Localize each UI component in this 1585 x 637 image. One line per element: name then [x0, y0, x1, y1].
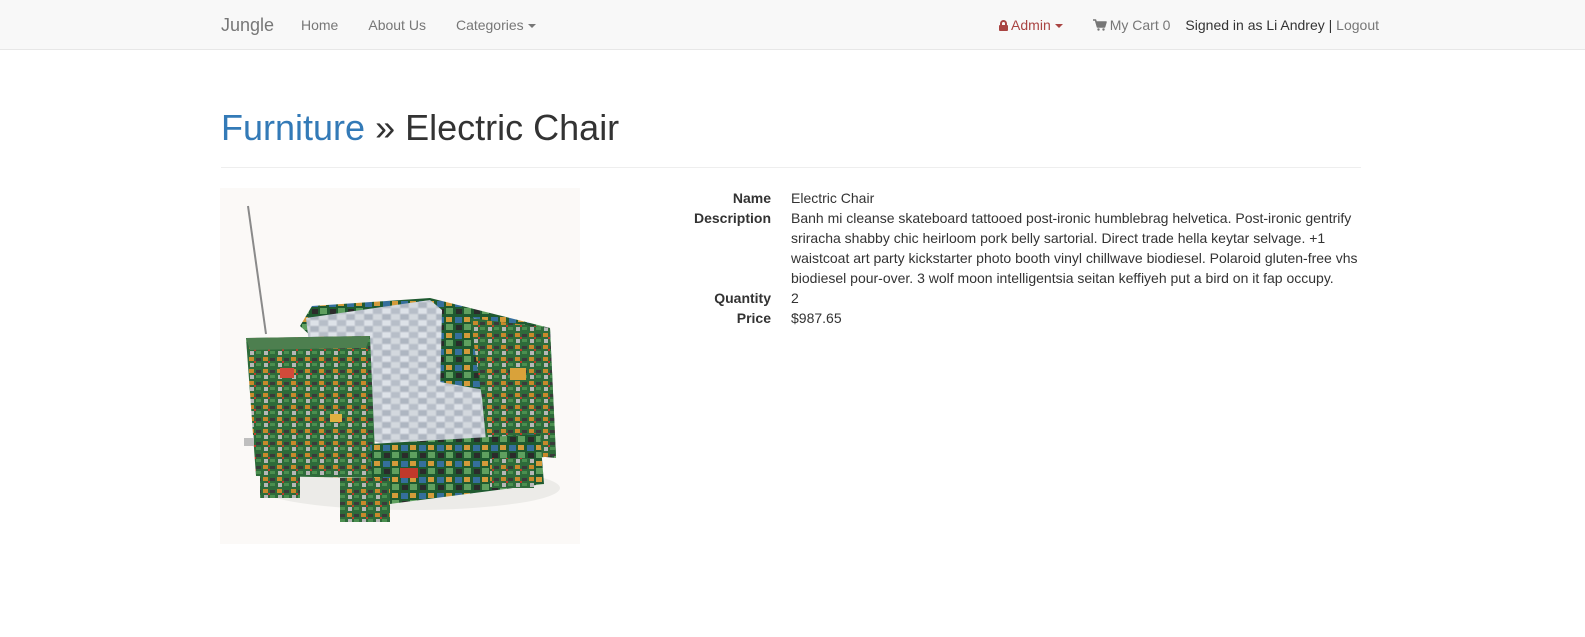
breadcrumb-category-link[interactable]: Furniture [221, 107, 365, 148]
caret-down-icon [527, 24, 536, 29]
page-header: Furniture » Electric Chair [221, 100, 1361, 168]
description-label: Description [693, 210, 771, 226]
user-name: Li Andrey [1266, 17, 1325, 33]
product-description: Banh mi cleanse skateboard tattooed post… [791, 210, 1358, 286]
nav-categories-dropdown[interactable]: Categories [441, 0, 551, 50]
detail-row-name: Name Electric Chair [660, 188, 1360, 208]
caret-down-icon [1054, 24, 1063, 29]
nav-separator: | [1328, 17, 1333, 33]
navbar-container: Jungle Home About Us Categories Admin My… [206, 0, 1379, 50]
lock-icon [999, 20, 1009, 31]
shopping-cart-icon [1092, 19, 1107, 31]
quantity-label: Quantity [714, 290, 771, 306]
breadcrumb-separator: » [375, 107, 396, 148]
cart-label: My Cart [1109, 17, 1159, 33]
cart-count: 0 [1162, 17, 1171, 33]
detail-row-quantity: Quantity 2 [660, 288, 1360, 308]
product-price: $987.65 [791, 310, 842, 326]
detail-row-description: Description Banh mi cleanse skateboard t… [660, 208, 1360, 288]
product-quantity: 2 [791, 290, 799, 306]
name-label: Name [732, 190, 771, 206]
nav-right-menu: Admin My Cart 0 Signed in as Li Andrey |… [984, 0, 1379, 50]
logout-link[interactable]: Logout [1336, 17, 1379, 33]
circuit-chair-illustration [244, 205, 560, 522]
product-image [220, 188, 580, 544]
admin-dropdown[interactable]: Admin [984, 0, 1078, 50]
signed-in-prefix: Signed in as [1185, 17, 1263, 33]
my-cart-link[interactable]: My Cart 0 [1078, 0, 1186, 50]
top-navbar: Jungle Home About Us Categories Admin My… [0, 0, 1585, 50]
admin-label: Admin [1011, 17, 1051, 33]
product-details: Name Electric Chair Description Banh mi … [660, 188, 1360, 328]
breadcrumb-product: Electric Chair [405, 107, 620, 148]
product-name: Electric Chair [791, 190, 875, 206]
detail-row-price: Price $987.65 [660, 308, 1360, 328]
price-label: Price [736, 310, 771, 326]
nav-about-link[interactable]: About Us [353, 0, 441, 50]
brand-link[interactable]: Jungle [221, 0, 274, 50]
page-title: Furniture » Electric Chair [221, 100, 1361, 156]
nav-left-menu: Home About Us Categories [286, 0, 551, 50]
categories-label: Categories [455, 17, 524, 33]
nav-home-link[interactable]: Home [286, 0, 353, 50]
signed-in-status: Signed in as Li Andrey | Logout [1185, 0, 1379, 50]
